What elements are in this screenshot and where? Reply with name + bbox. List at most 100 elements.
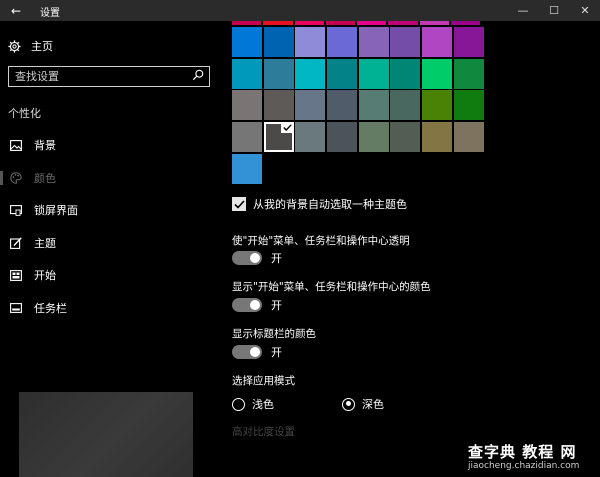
color-swatch[interactable] <box>295 27 326 57</box>
sidebar-item-label: 主题 <box>34 236 56 250</box>
toggle-knob <box>250 300 260 310</box>
color-swatch[interactable] <box>263 58 294 89</box>
taskbar-icon <box>10 302 22 314</box>
show-color-start-toggle-row: 开 <box>232 297 282 313</box>
color-swatch-partial[interactable] <box>357 21 387 25</box>
color-swatch[interactable] <box>422 90 453 121</box>
color-swatch[interactable] <box>390 58 421 89</box>
toggle-knob <box>250 253 260 263</box>
color-swatch[interactable] <box>295 58 326 89</box>
color-swatch-partial[interactable] <box>294 21 324 25</box>
transparency-state: 开 <box>271 252 282 265</box>
sidebar-item-label: 开始 <box>34 269 56 283</box>
sidebar-item-label: 任务栏 <box>34 301 67 315</box>
background-preview-thumbnail <box>19 392 193 477</box>
color-swatch[interactable] <box>453 90 484 121</box>
color-swatch-partial[interactable] <box>419 21 449 25</box>
show-titlebar-color-toggle[interactable] <box>232 345 262 359</box>
color-swatch-partial[interactable] <box>388 21 418 25</box>
light-mode-radio[interactable] <box>232 397 245 411</box>
transparency-toggle-row: 开 <box>232 250 282 266</box>
sidebar-item-taskbar[interactable]: 任务栏 <box>0 292 218 325</box>
color-swatch[interactable] <box>263 122 294 153</box>
sidebar-item-label: 背景 <box>34 139 56 153</box>
color-swatch[interactable] <box>390 122 421 153</box>
sidebar-item-themes[interactable]: 主题 <box>0 227 218 260</box>
site-watermark: 查字典 教程 网 jiaocheng.chazidian.com <box>468 441 598 475</box>
home-nav-item[interactable]: 主页 <box>8 38 53 54</box>
dark-mode-option[interactable]: 深色 <box>342 396 384 412</box>
color-swatch[interactable] <box>358 90 389 121</box>
high-contrast-settings-link[interactable]: 高对比度设置 <box>232 424 295 439</box>
search-box[interactable] <box>8 66 210 87</box>
color-swatch[interactable] <box>453 27 484 57</box>
color-swatch[interactable] <box>422 27 453 57</box>
show-titlebar-color-toggle-row: 开 <box>232 344 282 360</box>
color-swatch[interactable] <box>327 90 358 121</box>
checkmark-icon <box>233 199 245 209</box>
color-swatch-partial[interactable] <box>450 21 480 25</box>
dark-mode-label: 深色 <box>362 398 384 411</box>
search-icon[interactable] <box>192 69 204 81</box>
search-input[interactable] <box>15 69 185 84</box>
color-swatch[interactable] <box>390 27 421 57</box>
color-swatch[interactable] <box>232 122 262 153</box>
show-titlebar-color-state: 开 <box>271 346 282 359</box>
auto-pick-color-row[interactable]: 从我的背景自动选取一种主题色 <box>232 196 407 212</box>
show-color-start-label: 显示"开始"菜单、任务栏和操作中心的颜色 <box>232 281 431 293</box>
section-label-personalization: 个性化 <box>8 107 41 120</box>
color-swatch[interactable] <box>358 122 389 153</box>
color-swatch[interactable] <box>327 122 358 153</box>
close-button[interactable]: ✕ <box>568 0 600 21</box>
color-swatch-partial[interactable] <box>232 21 262 25</box>
color-swatch[interactable] <box>295 90 326 121</box>
color-swatch-partial[interactable] <box>325 21 355 25</box>
transparency-toggle[interactable] <box>232 251 262 265</box>
sidebar-item-lock-screen[interactable]: 锁屏界面 <box>0 194 218 227</box>
dark-mode-radio[interactable] <box>342 397 355 411</box>
color-swatch[interactable] <box>232 90 262 121</box>
active-indicator <box>0 170 3 185</box>
color-swatch[interactable] <box>263 27 294 57</box>
sidebar-item-start[interactable]: 开始 <box>0 259 218 292</box>
color-swatch[interactable] <box>422 58 453 89</box>
color-strip-partial-row <box>232 21 480 25</box>
show-titlebar-color-label: 显示标题栏的颜色 <box>232 328 316 340</box>
sidebar-item-label: 颜色 <box>34 171 56 185</box>
color-swatch[interactable] <box>358 27 389 57</box>
selected-check-icon <box>280 122 294 134</box>
back-button[interactable]: ← <box>0 0 32 21</box>
palette-icon <box>10 172 22 184</box>
gear-icon <box>8 39 21 53</box>
color-swatch[interactable] <box>390 90 421 121</box>
color-swatch[interactable] <box>327 27 358 57</box>
color-swatch[interactable] <box>453 58 484 89</box>
watermark-title: 查字典 教程 网 <box>468 443 577 461</box>
color-swatch[interactable] <box>327 58 358 89</box>
color-swatch[interactable] <box>263 90 294 121</box>
picture-icon <box>10 139 22 151</box>
color-swatch[interactable] <box>422 122 453 153</box>
auto-pick-checkbox[interactable] <box>232 197 246 211</box>
color-swatch[interactable] <box>232 153 262 184</box>
toggle-knob <box>250 347 260 357</box>
title-bar: ← 设置 — ☐ ✕ <box>0 0 600 21</box>
maximize-icon: ☐ <box>549 4 559 17</box>
start-icon <box>10 269 22 281</box>
minimize-button[interactable]: — <box>506 0 540 21</box>
nav-list: 背景 颜色 锁屏界面 主题 开始 任务栏 <box>0 129 218 324</box>
color-swatch[interactable] <box>232 27 262 57</box>
show-color-start-toggle[interactable] <box>232 298 262 312</box>
close-icon: ✕ <box>580 4 590 17</box>
color-swatch[interactable] <box>295 122 326 153</box>
color-swatch[interactable] <box>453 122 484 153</box>
sidebar-item-colors[interactable]: 颜色 <box>0 162 218 195</box>
app-mode-label: 选择应用模式 <box>232 375 295 387</box>
maximize-button[interactable]: ☐ <box>537 0 571 21</box>
color-swatch[interactable] <box>232 58 262 89</box>
color-swatch-partial[interactable] <box>263 21 293 25</box>
color-swatch[interactable] <box>358 58 389 89</box>
light-mode-option[interactable]: 浅色 <box>232 396 274 412</box>
watermark-url: jiaocheng.chazidian.com <box>468 461 580 471</box>
sidebar-item-background[interactable]: 背景 <box>0 129 218 162</box>
